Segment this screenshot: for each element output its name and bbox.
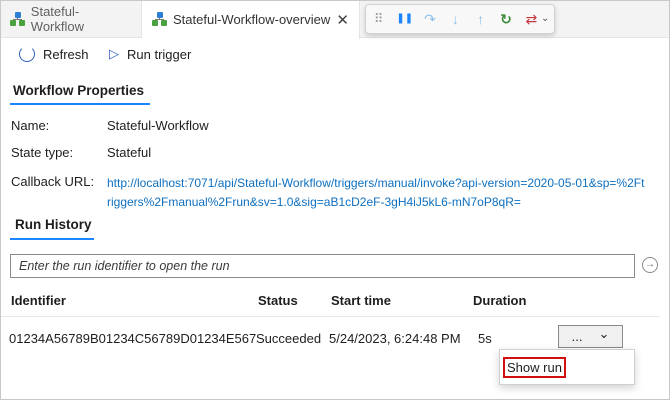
step-out-icon[interactable]: ↑ <box>473 11 488 27</box>
run-trigger-label: Run trigger <box>127 46 192 62</box>
debug-toolbar: ⠿ ❚❚ ↷ ↓ ↑ ↻ ⇄ ⌄ <box>365 4 555 34</box>
refresh-icon <box>19 46 35 62</box>
drag-grip-icon[interactable]: ⠿ <box>371 11 386 27</box>
table-divider <box>0 316 660 317</box>
name-value: Stateful-Workflow <box>107 118 209 133</box>
row-actions-button[interactable]: ... ⌄ <box>558 325 623 348</box>
run-status: Succeeded <box>256 331 322 346</box>
row-context-menu: Show run <box>499 349 635 385</box>
step-over-icon[interactable]: ↷ <box>422 11 437 27</box>
step-into-icon[interactable]: ↓ <box>448 11 463 27</box>
chevron-down-icon[interactable]: ⌄ <box>541 11 549 27</box>
close-icon[interactable]: ✕ <box>336 11 349 29</box>
refresh-button[interactable]: Refresh <box>19 46 89 62</box>
tab-label: Stateful-Workflow-overview <box>173 12 331 27</box>
run-trigger-button[interactable]: ▷ Run trigger <box>109 46 191 62</box>
disconnect-icon[interactable]: ⇄ <box>524 11 539 27</box>
state-type-label: State type: <box>11 145 74 160</box>
play-icon: ▷ <box>109 46 119 61</box>
show-run-menu-item[interactable]: Show run <box>503 357 566 378</box>
ellipsis-icon: ... <box>571 329 583 344</box>
restart-icon[interactable]: ↻ <box>498 11 513 27</box>
run-history-heading: Run History <box>15 217 92 232</box>
tab-strip: Stateful-Workflow Stateful-Workflow-over… <box>0 0 670 39</box>
tab-label: Stateful-Workflow <box>30 4 84 34</box>
column-header-duration: Duration <box>473 293 527 308</box>
workflow-icon <box>152 12 167 27</box>
run-identifier-search-input[interactable] <box>10 254 635 278</box>
state-type-value: Stateful <box>107 145 152 160</box>
column-header-identifier: Identifier <box>11 293 66 308</box>
tab-stateful-workflow-overview[interactable]: Stateful-Workflow-overview ✕ <box>142 0 360 39</box>
workflow-properties-heading: Workflow Properties <box>13 83 145 98</box>
column-header-start-time: Start time <box>331 293 391 308</box>
callback-url-link[interactable]: http://localhost:7071/api/Stateful-Workf… <box>107 174 647 212</box>
go-arrow-icon[interactable]: → <box>642 257 658 273</box>
workflow-icon <box>10 11 25 27</box>
pause-icon[interactable]: ❚❚ <box>396 11 413 27</box>
run-duration: 5s <box>478 331 492 346</box>
section-underline <box>10 238 94 240</box>
column-header-status: Status <box>258 293 298 308</box>
name-label: Name: <box>11 118 50 133</box>
run-identifier-link[interactable]: 01234A56789B01234C56789D01234E567 <box>9 331 256 346</box>
run-start-time: 5/24/2023, 6:24:48 PM <box>329 331 461 346</box>
callback-url-label: Callback URL: <box>11 174 95 189</box>
tab-stateful-workflow[interactable]: Stateful-Workflow <box>0 0 142 38</box>
section-underline <box>10 103 150 105</box>
refresh-label: Refresh <box>43 46 89 62</box>
chevron-down-icon: ⌄ <box>598 325 610 341</box>
